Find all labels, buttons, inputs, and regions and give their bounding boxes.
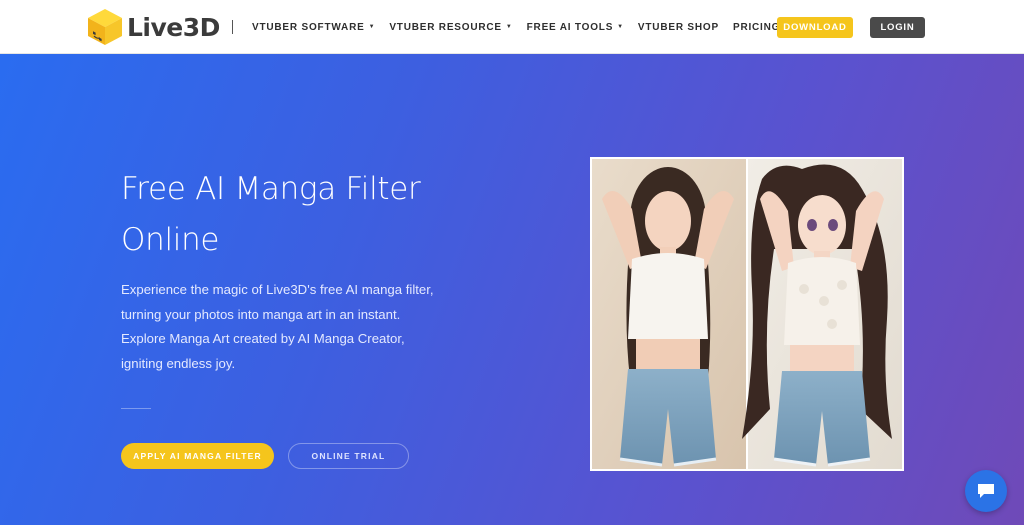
download-button[interactable]: DOWNLOAD xyxy=(777,17,853,38)
apply-manga-filter-button[interactable]: APPLY AI MANGA FILTER xyxy=(121,443,274,469)
caret-down-icon: ▼ xyxy=(368,24,376,30)
nav-item-label: VTUBER SOFTWARE xyxy=(252,21,365,33)
nav-item-free-ai-tools[interactable]: FREE AI TOOLS ▼ xyxy=(527,22,624,33)
nav-item-vtuber-shop[interactable]: VTUBER SHOP xyxy=(638,22,719,33)
divider xyxy=(121,408,151,409)
title-line-2: Online xyxy=(121,222,220,258)
online-trial-button[interactable]: ONLINE TRIAL xyxy=(288,443,409,469)
comparison-illustration xyxy=(592,159,902,469)
hero-description: Experience the magic of Live3D's free AI… xyxy=(121,282,434,371)
nav-divider xyxy=(232,20,233,34)
main-nav: VTUBER SOFTWARE ▼ VTUBER RESOURCE ▼ FREE… xyxy=(252,0,794,54)
logo-text: Live3D xyxy=(127,12,220,42)
page-title: Free AI Manga Filter Online xyxy=(121,164,451,266)
nav-item-label: FREE AI TOOLS xyxy=(526,21,614,33)
nav-item-pricing[interactable]: PRICING xyxy=(733,22,780,33)
site-header: Live3D VTUBER SOFTWARE ▼ VTUBER RESOURCE… xyxy=(0,0,1024,54)
yellow-cube-face-icon xyxy=(88,9,122,45)
nav-item-label: VTUBER SHOP xyxy=(637,21,719,33)
nav-item-label: VTUBER RESOURCE xyxy=(389,21,502,33)
title-line-1: Free AI Manga Filter xyxy=(121,171,421,207)
caret-down-icon: ▼ xyxy=(505,24,513,30)
chat-bubble-icon xyxy=(978,484,994,498)
logo[interactable]: Live3D xyxy=(85,7,220,47)
login-button[interactable]: LOGIN xyxy=(870,17,925,38)
nav-item-vtuber-resource[interactable]: VTUBER RESOURCE ▼ xyxy=(389,22,512,33)
chat-widget-button[interactable] xyxy=(965,470,1007,512)
nav-item-label: PRICING xyxy=(732,21,781,33)
manga-result-image xyxy=(742,159,902,469)
nav-item-vtuber-software[interactable]: VTUBER SOFTWARE ▼ xyxy=(252,22,375,33)
original-photo xyxy=(592,159,746,469)
before-after-comparison-image xyxy=(590,157,904,471)
hero-section: Free AI Manga Filter Online Experience t… xyxy=(0,54,1024,525)
caret-down-icon: ▼ xyxy=(617,24,624,30)
